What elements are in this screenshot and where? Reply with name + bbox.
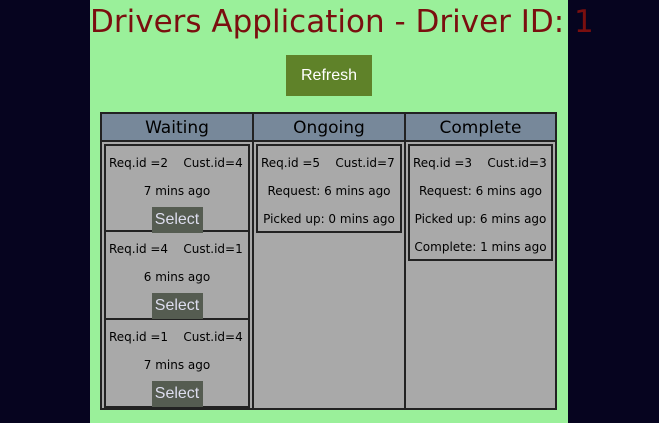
complete-time: Complete: 1 mins ago — [414, 240, 547, 254]
request-board: Waiting Req.id =2 Cust.id=4 7 mins ago S… — [100, 112, 557, 410]
request-id: Req.id =4 — [109, 242, 169, 256]
pickup-time: Picked up: 0 mins ago — [263, 212, 395, 226]
customer-id: Cust.id=1 — [183, 242, 243, 256]
customer-id: Cust.id=3 — [487, 156, 547, 170]
customer-id: Cust.id=4 — [183, 156, 243, 170]
app-page: Drivers Application - Driver ID: 1 Refre… — [90, 0, 594, 423]
customer-id: Cust.id=4 — [183, 330, 243, 344]
complete-request-card: Req.id =3 Cust.id=3 Request: 6 mins ago … — [408, 144, 553, 261]
request-time: 7 mins ago — [143, 358, 211, 372]
request-time: 7 mins ago — [143, 184, 211, 198]
waiting-request-card: Req.id =1 Cust.id=4 7 mins ago Select — [104, 320, 250, 408]
request-id: Req.id =1 — [109, 330, 169, 344]
request-time: 6 mins ago — [143, 270, 211, 284]
pickup-time: Picked up: 6 mins ago — [414, 212, 547, 226]
waiting-column: Waiting Req.id =2 Cust.id=4 7 mins ago S… — [102, 114, 254, 408]
waiting-request-card: Req.id =2 Cust.id=4 7 mins ago Select — [104, 144, 250, 233]
waiting-column-header: Waiting — [102, 114, 252, 142]
waiting-request-card: Req.id =4 Cust.id=1 6 mins ago Select — [104, 232, 250, 320]
request-id: Req.id =3 — [413, 156, 473, 170]
page-title: Drivers Application - Driver ID: 1 — [90, 4, 594, 40]
refresh-button[interactable]: Refresh — [286, 55, 372, 96]
select-request-button[interactable]: Select — [151, 381, 203, 407]
ongoing-column-header: Ongoing — [254, 114, 404, 142]
request-id: Req.id =5 — [261, 156, 321, 170]
ongoing-request-card: Req.id =5 Cust.id=7 Request: 6 mins ago … — [256, 144, 402, 233]
request-time: Request: 6 mins ago — [267, 184, 391, 198]
request-time: Request: 6 mins ago — [418, 184, 543, 198]
complete-column: Complete Req.id =3 Cust.id=3 Request: 6 … — [406, 114, 555, 408]
select-request-button[interactable]: Select — [151, 207, 203, 233]
ongoing-column: Ongoing Req.id =5 Cust.id=7 Request: 6 m… — [254, 114, 406, 408]
customer-id: Cust.id=7 — [335, 156, 395, 170]
complete-column-header: Complete — [406, 114, 555, 142]
select-request-button[interactable]: Select — [151, 293, 203, 319]
request-id: Req.id =2 — [109, 156, 169, 170]
